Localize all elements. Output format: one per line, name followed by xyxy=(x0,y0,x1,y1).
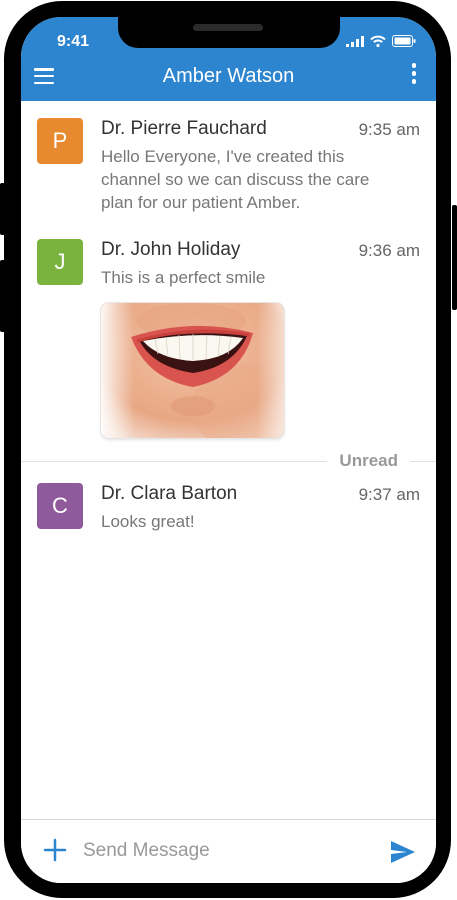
vertical-dots-icon xyxy=(411,63,417,68)
paper-plane-send-icon xyxy=(391,841,415,863)
avatar[interactable]: J xyxy=(37,239,83,285)
message-item[interactable]: P Dr. Pierre Fauchard 9:35 am Hello Ever… xyxy=(21,118,436,218)
message-sender: Dr. Pierre Fauchard xyxy=(101,118,267,139)
phone-notch xyxy=(118,17,340,48)
message-item[interactable]: C Dr. Clara Barton 9:37 am Looks great! xyxy=(21,483,436,543)
app-screen: 9:41 Amber Watson P Dr. Pierre Fauchard … xyxy=(21,17,436,883)
message-input[interactable] xyxy=(81,836,375,866)
message-item[interactable]: J Dr. John Holiday 9:36 am This is a per… xyxy=(21,239,436,299)
send-button[interactable] xyxy=(390,840,416,864)
avatar[interactable]: P xyxy=(37,118,83,164)
message-sender: Dr. Clara Barton xyxy=(101,483,238,504)
plus-icon xyxy=(43,838,67,862)
message-time: 9:35 am xyxy=(358,120,420,139)
wifi-icon xyxy=(370,35,386,47)
smile-photo-attachment[interactable] xyxy=(101,303,284,438)
power-button xyxy=(452,205,457,310)
conversation-title: Amber Watson xyxy=(162,65,295,87)
add-attachment-button[interactable] xyxy=(43,838,67,862)
status-time: 9:41 xyxy=(57,33,90,50)
battery-icon xyxy=(392,35,416,47)
status-icons xyxy=(346,35,416,47)
more-options-button[interactable] xyxy=(410,63,418,87)
smile-image xyxy=(101,303,284,438)
message-text: Hello Everyone, I've created this channe… xyxy=(101,147,370,212)
message-composer xyxy=(21,819,436,883)
message-text: This is a perfect smile xyxy=(101,268,266,287)
phone-speaker xyxy=(193,24,263,31)
unread-label: Unread xyxy=(327,451,410,471)
message-sender: Dr. John Holiday xyxy=(101,239,241,260)
message-time: 9:36 am xyxy=(358,241,420,260)
message-time: 9:37 am xyxy=(358,485,420,504)
signal-icon xyxy=(346,35,364,47)
message-text: Looks great! xyxy=(101,512,195,531)
avatar[interactable]: C xyxy=(37,483,83,529)
